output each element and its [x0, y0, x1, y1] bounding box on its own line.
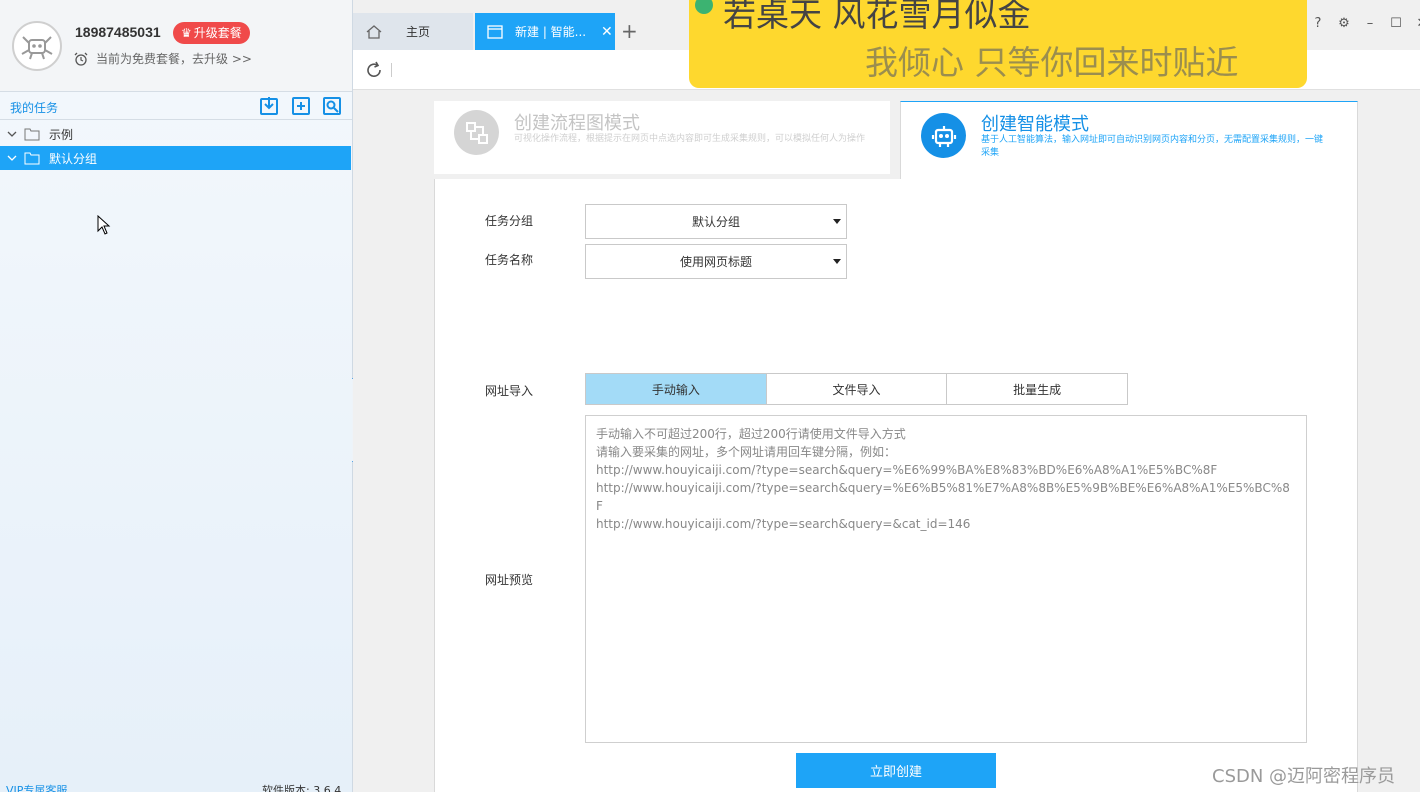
minimize-icon[interactable]: – [1362, 15, 1378, 31]
flowchart-mode-desc: 可视化操作流程，根据提示在网页中点选内容即可生成采集规则，可以模拟任何人为操作 [514, 134, 866, 144]
task-group-select[interactable]: 默认分组 [585, 204, 847, 239]
create-now-button[interactable]: 立即创建 [796, 753, 996, 788]
tree-item-example[interactable]: 示例 [0, 122, 351, 146]
upgrade-label: 升级套餐 [193, 26, 242, 40]
search-task-icon[interactable] [322, 96, 342, 116]
tab-new-smart[interactable]: 新建 | 智能... ✕ [475, 13, 615, 50]
tree-item-default-group[interactable]: 默认分组 [0, 146, 351, 170]
lyrics-line-1: 若桌天 风花雪月似金 [723, 0, 1031, 34]
url-preview-label: 网址预览 [485, 573, 534, 587]
maximize-icon[interactable]: ☐ [1388, 15, 1404, 31]
upgrade-button[interactable]: ♛ 升级套餐 [173, 22, 250, 44]
task-name-select[interactable]: 使用网页标题 [585, 244, 847, 279]
import-file-tab[interactable]: 文件导入 [767, 374, 948, 404]
chevron-down-icon [7, 131, 17, 137]
close-tab-icon[interactable]: ✕ [601, 24, 613, 40]
import-batch-tab[interactable]: 批量生成 [947, 374, 1127, 404]
create-form: 任务分组 默认分组 任务名称 使用网页标题 网址导入 手动输入 文件导入 批量生… [434, 179, 1358, 792]
flowchart-mode-title: 创建流程图模式 [514, 113, 640, 134]
main-content: 创建流程图模式 可视化操作流程，根据提示在网页中点选内容即可生成采集规则，可以模… [353, 90, 1420, 792]
lyrics-overlay: 若桌天 风花雪月似金 我倾心 只等你回来时贴近 [689, 0, 1307, 88]
avatar[interactable] [12, 21, 62, 71]
folder-icon [24, 128, 40, 141]
help-icon[interactable]: ? [1310, 15, 1326, 31]
import-icon[interactable] [259, 96, 279, 116]
mouse-cursor-icon [97, 215, 111, 235]
software-version: 软件版本: 3.6.4 [262, 784, 342, 792]
tab-active-label: 新建 | 智能... [515, 25, 587, 39]
alarm-clock-icon [74, 52, 88, 66]
task-group-label: 任务分组 [485, 214, 534, 228]
lyrics-status-dot [695, 0, 713, 14]
plan-text: 当前为免费套餐，去升级 >> [96, 52, 252, 66]
new-task-icon[interactable] [291, 96, 311, 116]
url-import-segmented: 手动输入 文件导入 批量生成 [585, 373, 1128, 405]
user-panel: 18987485031 ♛ 升级套餐 当前为免费套餐，去升级 >> [0, 0, 352, 92]
import-manual-tab[interactable]: 手动输入 [586, 374, 767, 404]
caret-down-icon [833, 219, 841, 224]
mode-card-smart[interactable]: 创建智能模式 基于人工智能算法，输入网址即可自动识别网页内容和分页，无需配置采集… [900, 101, 1358, 179]
smart-mode-desc: 基于人工智能算法，输入网址即可自动识别网页内容和分页，无需配置采集规则，一键采集 [981, 135, 1324, 158]
tab-home-label: 主页 [406, 25, 431, 39]
task-name-value: 使用网页标题 [679, 255, 752, 269]
robot-crab-icon [21, 36, 53, 60]
tab-home[interactable]: 主页 [353, 13, 473, 50]
csdn-watermark: CSDN @迈阿密程序员 [1212, 766, 1396, 787]
refresh-icon[interactable] [365, 61, 383, 79]
tree-item-label: 示例 [49, 127, 74, 142]
plan-link[interactable]: 当前为免费套餐，去升级 >> [74, 50, 252, 67]
robot-icon [921, 113, 966, 158]
my-tasks-title: 我的任务 [10, 101, 59, 115]
tasks-toolbar: 我的任务 [0, 92, 352, 120]
caret-down-icon [833, 259, 841, 264]
smart-mode-title: 创建智能模式 [981, 114, 1089, 135]
url-input-textarea[interactable]: 手动输入不可超过200行，超过200行请使用文件导入方式 请输入要采集的网址，多… [585, 415, 1307, 743]
sidebar: 18987485031 ♛ 升级套餐 当前为免费套餐，去升级 >> 我的任务 示… [0, 0, 353, 792]
window-controls: ? ⚙ – ☐ ✕ [1310, 15, 1420, 31]
folder-icon [24, 152, 40, 165]
crown-icon: ♛ [181, 26, 192, 40]
chevron-down-icon [7, 155, 17, 161]
task-name-label: 任务名称 [485, 253, 534, 267]
task-group-value: 默认分组 [691, 215, 740, 229]
window-icon [487, 24, 503, 39]
add-tab-icon[interactable]: + [621, 20, 638, 42]
mode-card-flowchart[interactable]: 创建流程图模式 可视化操作流程，根据提示在网页中点选内容即可生成采集规则，可以模… [434, 101, 890, 174]
tree-item-label: 默认分组 [49, 151, 98, 166]
flowchart-icon [454, 110, 499, 155]
url-import-label: 网址导入 [485, 384, 534, 398]
home-icon [366, 24, 382, 39]
lyrics-line-2: 我倾心 只等你回来时贴近 [865, 43, 1239, 82]
address-separator [391, 63, 392, 77]
settings-gear-icon[interactable]: ⚙ [1336, 15, 1352, 31]
user-phone: 18987485031 [75, 24, 161, 40]
close-window-icon[interactable]: ✕ [1414, 15, 1420, 31]
vip-support-link[interactable]: VIP专属客服 [6, 782, 67, 792]
